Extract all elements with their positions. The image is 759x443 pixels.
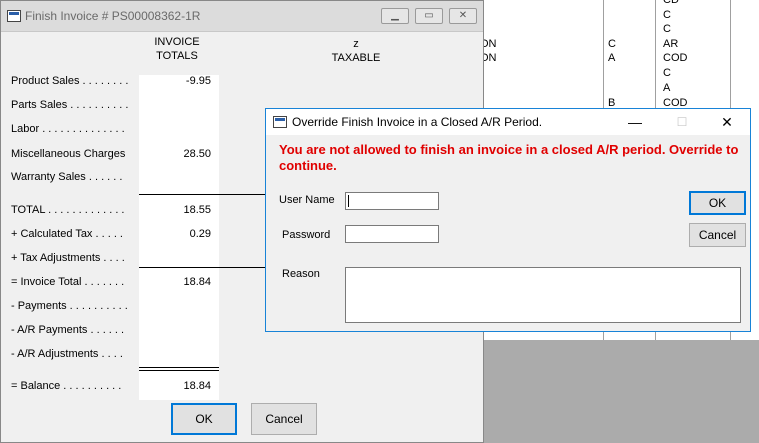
header-line: z <box>353 38 359 50</box>
override-dialog: Override Finish Invoice in a Closed A/R … <box>265 108 751 332</box>
invoice-totals-header: INVOICE TOTALS <box>139 35 215 63</box>
override-message: You are not allowed to finish an invoice… <box>279 142 739 173</box>
reason-label: Reason <box>282 268 320 280</box>
invoice-line-label: - A/R Payments . . . . . . <box>11 324 125 336</box>
minimize-icon: ▁ <box>391 10 399 21</box>
restore-button[interactable]: ▭ <box>415 8 443 24</box>
finish-invoice-titlebar[interactable]: Finish Invoice # PS00008362-1R ▁ ▭ ✕ <box>1 1 483 32</box>
password-label: Password <box>282 229 331 241</box>
override-cancel-button[interactable]: Cancel <box>689 223 746 247</box>
password-input[interactable] <box>345 225 439 243</box>
minimize-button[interactable]: ▁ <box>381 8 409 24</box>
invoice-line-label: TOTAL . . . . . . . . . . . . . <box>11 204 125 216</box>
invoice-line-value: 18.84 <box>183 276 211 288</box>
close-icon: ✕ <box>458 10 468 21</box>
dialog-window-icon <box>273 116 287 128</box>
restore-icon: ▭ <box>424 10 434 21</box>
dialog-close-icon[interactable]: ✕ <box>712 113 742 131</box>
balance-separator <box>139 370 219 371</box>
reason-textarea[interactable] <box>345 267 741 323</box>
dialog-maximize-icon: ☐ <box>676 115 688 129</box>
grid-cell: CD <box>663 0 679 6</box>
finish-invoice-title: Finish Invoice # PS00008362-1R <box>25 9 201 23</box>
header-line: TOTALS <box>156 50 198 62</box>
invoice-line-label: + Tax Adjustments . . . . <box>11 252 125 264</box>
close-button[interactable]: ✕ <box>449 8 477 24</box>
header-line: TAXABLE <box>331 52 381 64</box>
grid-cell: COD <box>663 52 688 64</box>
invoice-line-label: Parts Sales . . . . . . . . . . <box>11 99 129 111</box>
header-line: INVOICE <box>154 36 200 48</box>
invoice-line-label: Labor . . . . . . . . . . . . . . <box>11 123 125 135</box>
grid-cell: A <box>663 82 671 94</box>
invoice-line-label: Miscellaneous Charges <box>11 148 126 160</box>
grid-cell: C <box>663 67 671 79</box>
text-caret <box>348 195 349 207</box>
invoice-total-separator <box>139 267 267 268</box>
invoice-line-label: - A/R Adjustments . . . . <box>11 348 123 360</box>
username-input[interactable] <box>345 192 439 210</box>
invoice-line-label: + Calculated Tax . . . . . <box>11 228 123 240</box>
override-ok-button[interactable]: OK <box>689 191 746 215</box>
balance-separator <box>139 367 219 368</box>
invoice-line-value: 18.55 <box>183 204 211 216</box>
invoice-line-value: -9.95 <box>185 75 211 87</box>
taxable-header: z TAXABLE <box>321 37 391 65</box>
cancel-button[interactable]: Cancel <box>251 403 317 435</box>
grid-cell: AR <box>663 38 679 50</box>
invoice-line-label: = Invoice Total . . . . . . . <box>11 276 125 288</box>
dialog-minimize-icon[interactable]: — <box>620 113 650 131</box>
invoice-line-value: 28.50 <box>183 148 211 160</box>
username-label: User Name <box>279 194 335 206</box>
grid-cell: C <box>608 38 616 50</box>
grid-cell: A <box>608 52 616 64</box>
invoice-line-label: Product Sales . . . . . . . . <box>11 75 129 87</box>
window-icon <box>7 10 21 22</box>
invoice-line-value: 18.84 <box>183 380 211 392</box>
override-dialog-titlebar[interactable]: Override Finish Invoice in a Closed A/R … <box>266 109 750 135</box>
invoice-line-label: - Payments . . . . . . . . . . <box>11 300 128 312</box>
override-dialog-title: Override Finish Invoice in a Closed A/R … <box>292 115 543 129</box>
grid-cell: C <box>663 9 671 21</box>
invoice-line-label: Warranty Sales . . . . . . <box>11 171 123 183</box>
invoice-line-value: 0.29 <box>189 228 211 240</box>
grid-cell: C <box>663 23 671 35</box>
ok-button[interactable]: OK <box>171 403 237 435</box>
invoice-line-label: = Balance . . . . . . . . . . <box>11 380 122 392</box>
